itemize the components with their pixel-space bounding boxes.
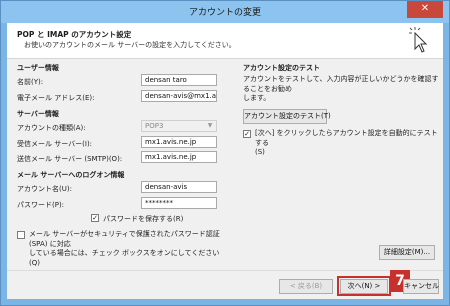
account-type-value: POP3 bbox=[145, 122, 164, 130]
email-field[interactable]: densan-avis@mx1.avis.ne.jp bbox=[141, 90, 217, 102]
password-field[interactable]: ******** bbox=[141, 197, 217, 209]
chevron-down-icon: ▼ bbox=[207, 122, 213, 129]
name-field[interactable]: densan taro bbox=[141, 74, 217, 86]
auto-test-label-line2: (S) bbox=[255, 148, 265, 156]
window-title: アカウントの変更 bbox=[188, 8, 261, 18]
account-name-label: アカウント名(U): bbox=[17, 185, 72, 193]
outgoing-server-label: 送信メール サーバー (SMTP)(O): bbox=[17, 155, 123, 163]
close-button[interactable]: ✕ bbox=[407, 1, 443, 18]
test-description-line1: アカウントをテストして、入力内容が正しいかどうかを確認することをお勧め bbox=[243, 75, 439, 93]
back-button[interactable]: < 戻る(B) bbox=[279, 279, 333, 294]
outgoing-server-field[interactable]: mx1.avis.ne.jp bbox=[141, 151, 217, 163]
account-type-select: POP3 ▼ bbox=[141, 120, 217, 132]
click-cursor-icon bbox=[409, 27, 428, 53]
dialog-header: POP と IMAP のアカウント設定 お使いのアカウントのメール サーバーの設… bbox=[7, 23, 443, 59]
test-description: アカウントをテストして、入力内容が正しいかどうかを確認することをお勧め します。 bbox=[243, 75, 439, 104]
account-name-field[interactable]: densan-avis bbox=[141, 181, 217, 193]
page-title: POP と IMAP のアカウント設定 bbox=[17, 30, 132, 39]
spa-label-line1: メール サーバーがセキュリティで保護されたパスワード認証 (SPA) に対応 bbox=[29, 230, 220, 248]
page-subtitle: お使いのアカウントのメール サーバーの設定を入力してください。 bbox=[24, 41, 236, 49]
incoming-server-label: 受信メール サーバー(I): bbox=[17, 140, 93, 148]
auto-test-label: [次へ] をクリックしたらアカウント設定を自動的にテストする (S) bbox=[255, 129, 441, 158]
cancel-button[interactable]: キャンセル bbox=[403, 279, 439, 294]
save-password-checkbox[interactable]: ✓ bbox=[91, 214, 99, 222]
test-account-button[interactable]: アカウント設定のテスト(T) bbox=[243, 109, 331, 124]
account-type-label: アカウントの種類(A): bbox=[17, 124, 86, 132]
auto-test-label-line1: [次へ] をクリックしたらアカウント設定を自動的にテストする bbox=[255, 129, 438, 147]
test-heading: アカウント設定のテスト bbox=[243, 64, 320, 72]
spa-checkbox[interactable] bbox=[17, 231, 25, 239]
incoming-server-field[interactable]: mx1.avis.ne.jp bbox=[141, 136, 217, 148]
spa-label-line2: している場合には、チェック ボックスをオンにしてください(Q) bbox=[29, 249, 220, 267]
advanced-settings-button[interactable]: 詳細設定(M)... bbox=[379, 245, 435, 260]
save-password-label: パスワードを保存する(R) bbox=[103, 215, 184, 223]
password-label: パスワード(P): bbox=[17, 201, 65, 209]
auto-test-checkbox[interactable]: ✓ bbox=[243, 130, 251, 138]
spa-label: メール サーバーがセキュリティで保護されたパスワード認証 (SPA) に対応 し… bbox=[29, 230, 229, 268]
user-info-heading: ユーザー情報 bbox=[17, 64, 59, 72]
next-button-highlight bbox=[337, 276, 391, 296]
title-bar: アカウントの変更 ✕ bbox=[1, 1, 449, 23]
logon-info-heading: メール サーバーへのログオン情報 bbox=[17, 171, 125, 179]
name-label: 名前(Y): bbox=[17, 78, 44, 86]
footer-divider bbox=[7, 270, 443, 271]
account-change-window: アカウントの変更 ✕ POP と IMAP のアカウント設定 お使いのアカウント… bbox=[0, 0, 450, 306]
test-description-line2: します。 bbox=[243, 94, 271, 102]
email-label: 電子メール アドレス(E): bbox=[17, 94, 95, 102]
dialog-body: POP と IMAP のアカウント設定 お使いのアカウントのメール サーバーの設… bbox=[7, 23, 443, 299]
server-info-heading: サーバー情報 bbox=[17, 110, 59, 118]
